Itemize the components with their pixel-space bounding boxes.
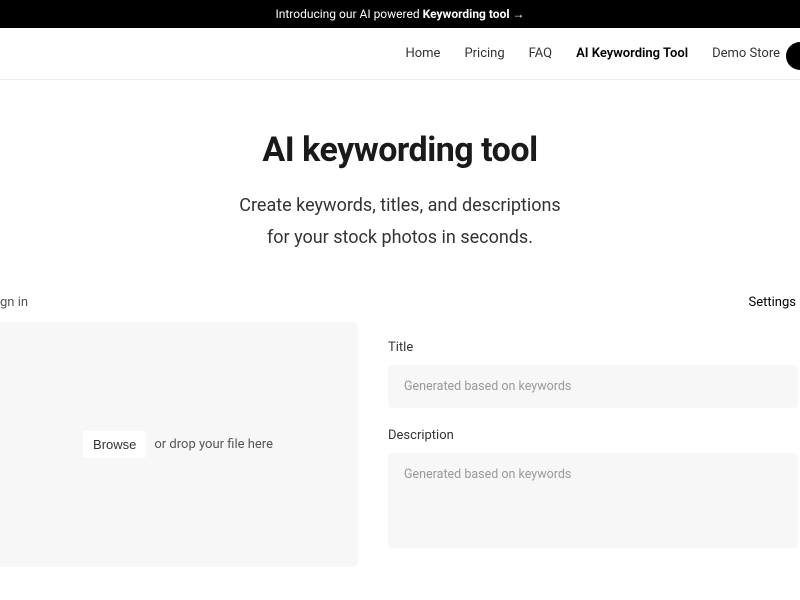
main-nav: Home Pricing FAQ AI Keywording Tool Demo… xyxy=(405,46,800,61)
nav-ai-keywording-tool[interactable]: AI Keywording Tool xyxy=(576,46,688,61)
hero-subtitle-1: Create keywords, titles, and description… xyxy=(239,195,560,216)
announcement-bar[interactable]: Introducing our AI powered Keywording to… xyxy=(0,0,800,28)
sign-in-link[interactable]: gn in xyxy=(0,295,28,310)
hero-section: AI keywording tool Create keywords, titl… xyxy=(0,80,800,295)
header: Home Pricing FAQ AI Keywording Tool Demo… xyxy=(0,28,800,80)
browse-button[interactable]: Browse xyxy=(83,431,146,458)
hero-subtitle-2: for your stock photos in seconds. xyxy=(267,227,533,248)
announcement-bold: Keywording tool → xyxy=(423,7,525,21)
nav-demo-store[interactable]: Demo Store xyxy=(712,46,780,61)
output-panel: Title Generated based on keywords Descri… xyxy=(388,322,800,568)
toolbar: gn in Settings xyxy=(0,295,800,322)
settings-link[interactable]: Settings xyxy=(749,295,800,310)
description-output[interactable]: Generated based on keywords xyxy=(388,453,798,548)
upload-dropzone[interactable]: Browse or drop your file here xyxy=(0,322,358,567)
announcement-text: Introducing our AI powered xyxy=(275,7,422,21)
page-title: AI keywording tool xyxy=(20,130,780,170)
nav-home[interactable]: Home xyxy=(405,46,440,61)
nav-faq[interactable]: FAQ xyxy=(529,46,552,61)
main-content: Browse or drop your file here Title Gene… xyxy=(0,322,800,568)
description-label: Description xyxy=(388,428,798,443)
drop-hint-text: or drop your file here xyxy=(154,437,273,452)
nav-pricing[interactable]: Pricing xyxy=(464,46,504,61)
title-label: Title xyxy=(388,340,798,355)
title-output[interactable]: Generated based on keywords xyxy=(388,365,798,408)
